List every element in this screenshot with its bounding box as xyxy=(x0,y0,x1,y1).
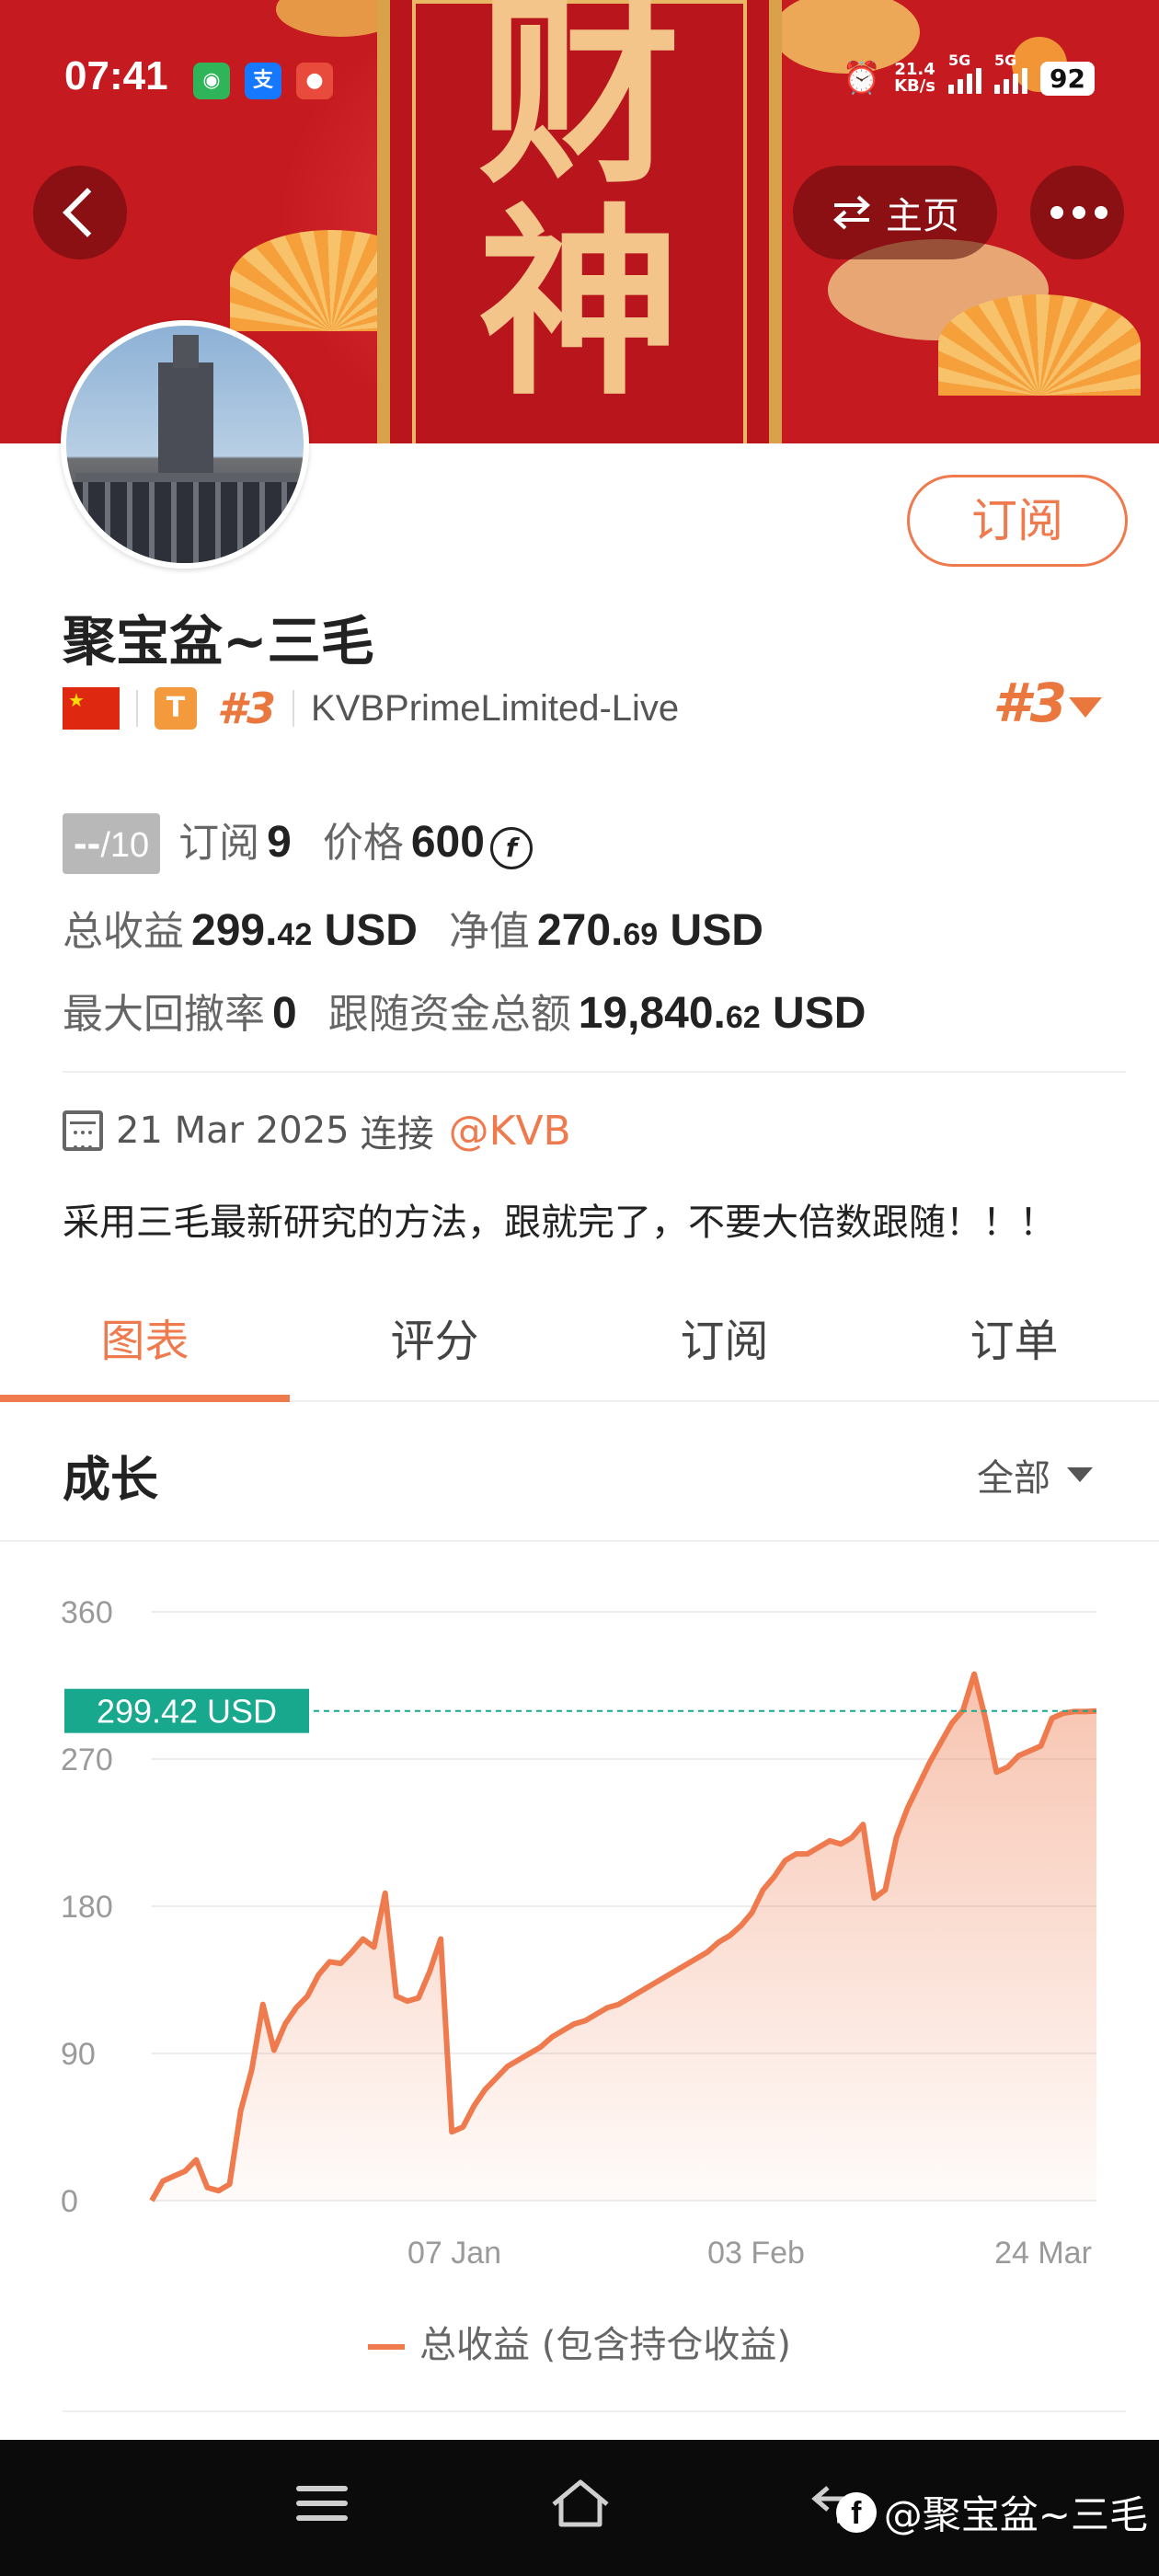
tier-badge: T xyxy=(155,687,197,730)
coin-icon: f xyxy=(489,827,533,869)
x-tick-label: 03 Feb xyxy=(707,2236,805,2271)
battery-indicator: 92 xyxy=(1040,61,1095,96)
divider xyxy=(63,2410,1126,2412)
connect-date: 21 Mar 2025 xyxy=(116,1110,350,1152)
tab-orders[interactable]: 订单 xyxy=(869,1288,1159,1400)
alarm-icon: ⏰ xyxy=(842,60,882,97)
avatar[interactable] xyxy=(61,320,309,569)
y-tick-label: 360 xyxy=(61,1595,113,1630)
total-profit-label: 总收益 xyxy=(63,908,184,955)
net-value-label: 净值 xyxy=(448,908,530,955)
home-button-label: 主页 xyxy=(886,195,959,237)
signal-icon-2: 5G xyxy=(994,52,1028,94)
subscribe-count-label: 订阅 xyxy=(178,820,260,867)
legend-swatch xyxy=(368,2344,406,2350)
price-value: 600 xyxy=(410,818,485,867)
map-pin-icon: ● xyxy=(296,63,333,99)
provider-link[interactable]: @KVB xyxy=(449,1108,571,1155)
rank-selector[interactable]: #3 xyxy=(993,672,1067,734)
net-value: 270.69 USD xyxy=(536,906,763,955)
broker-account: KVBPrimeLimited-Live xyxy=(311,687,680,729)
status-time: 07:41 xyxy=(64,53,168,98)
x-tick-label: 07 Jan xyxy=(407,2236,501,2271)
caret-down-icon[interactable] xyxy=(1069,697,1102,718)
status-bar: 07:41 ◉ 支 ● ⏰ 21.4 KB/s 5G 5G 92 xyxy=(0,46,1159,110)
tab-chart[interactable]: 图表 xyxy=(0,1288,290,1402)
x-tick-label: 24 Mar xyxy=(994,2236,1092,2271)
more-icon xyxy=(1050,206,1107,219)
divider xyxy=(63,1071,1126,1073)
growth-chart-svg: 0 90 180 270 360 299.42 USD 07 Jan 03 Feb 24 Mar xyxy=(61,1595,1097,2271)
max-drawdown-label: 最大回撤率 xyxy=(63,991,265,1038)
growth-chart: 0 90 180 270 360 299.42 USD 07 Jan 03 Feb 24 Mar xyxy=(0,1540,1159,2405)
score-badge: --/10 xyxy=(63,813,161,874)
home-button[interactable]: 主页 xyxy=(793,166,997,259)
banner-char-bottom: 神 xyxy=(477,184,681,422)
hotspot-icon: ◉ xyxy=(193,63,230,99)
y-tick-label: 180 xyxy=(61,1890,113,1925)
more-button[interactable] xyxy=(1030,166,1124,259)
tab-subscription[interactable]: 订阅 xyxy=(580,1288,869,1400)
subscribe-count: 9 xyxy=(267,818,292,867)
rank-label: #3 xyxy=(217,684,277,733)
range-label: 全部 xyxy=(977,1457,1050,1500)
profile-name: 聚宝盆~三毛 xyxy=(63,610,374,673)
back-button[interactable] xyxy=(33,166,127,259)
current-value-label: 299.42 USD xyxy=(97,1693,277,1731)
stats-row-3: 最大回撤率 0 跟随资金总额 19,840.62 USD xyxy=(63,981,866,1040)
legend-label: 总收益 (包含持仓收益) xyxy=(419,2324,791,2366)
profile-meta: T #3 KVBPrimeLimited-Live xyxy=(63,683,679,734)
growth-title: 成长 xyxy=(63,1453,159,1508)
china-flag-icon xyxy=(63,687,120,730)
y-tick-label: 90 xyxy=(61,2037,96,2072)
tab-rating[interactable]: 评分 xyxy=(290,1288,580,1400)
signal-icon: 5G xyxy=(948,52,982,94)
menu-icon[interactable] xyxy=(296,2486,348,2526)
connection-info: 21 Mar 2025 连接 @KVB xyxy=(63,1104,571,1157)
facebook-icon: f xyxy=(835,2491,877,2533)
stats-row-2: 总收益 299.42 USD 净值 270.69 USD xyxy=(63,898,763,957)
subscribe-button[interactable]: 订阅 xyxy=(907,475,1128,567)
price-label: 价格 xyxy=(322,820,404,867)
network-speed: 21.4 KB/s xyxy=(894,60,936,96)
calendar-icon xyxy=(63,1110,103,1151)
max-drawdown-value: 0 xyxy=(272,989,297,1038)
switch-icon xyxy=(833,195,870,230)
tab-bar: 图表 评分 订阅 订单 xyxy=(0,1288,1159,1402)
connect-label: 连接 xyxy=(360,1113,434,1156)
watermark: f @聚宝盆~三毛 xyxy=(835,2484,1148,2540)
y-tick-label: 270 xyxy=(61,1742,113,1777)
chart-legend: 总收益 (包含持仓收益) xyxy=(0,2315,1159,2368)
alipay-icon: 支 xyxy=(245,63,281,99)
follow-funds-label: 跟随资金总额 xyxy=(327,991,571,1038)
caret-down-icon xyxy=(1067,1467,1093,1482)
strategy-description: 采用三毛最新研究的方法，跟就完了，不要大倍数跟随！！！ xyxy=(63,1202,1056,1244)
y-tick-label: 0 xyxy=(61,2184,78,2219)
watermark-text: @聚宝盆~三毛 xyxy=(883,2492,1148,2537)
area-fill xyxy=(152,1673,1096,2201)
home-icon[interactable] xyxy=(548,2477,613,2532)
stats-row-1: --/10 订阅 9 价格 600 f xyxy=(63,810,533,874)
total-profit-value: 299.42 USD xyxy=(191,906,418,955)
range-dropdown[interactable]: 全部 xyxy=(977,1448,1093,1501)
follow-funds-value: 19,840.62 USD xyxy=(578,989,866,1038)
